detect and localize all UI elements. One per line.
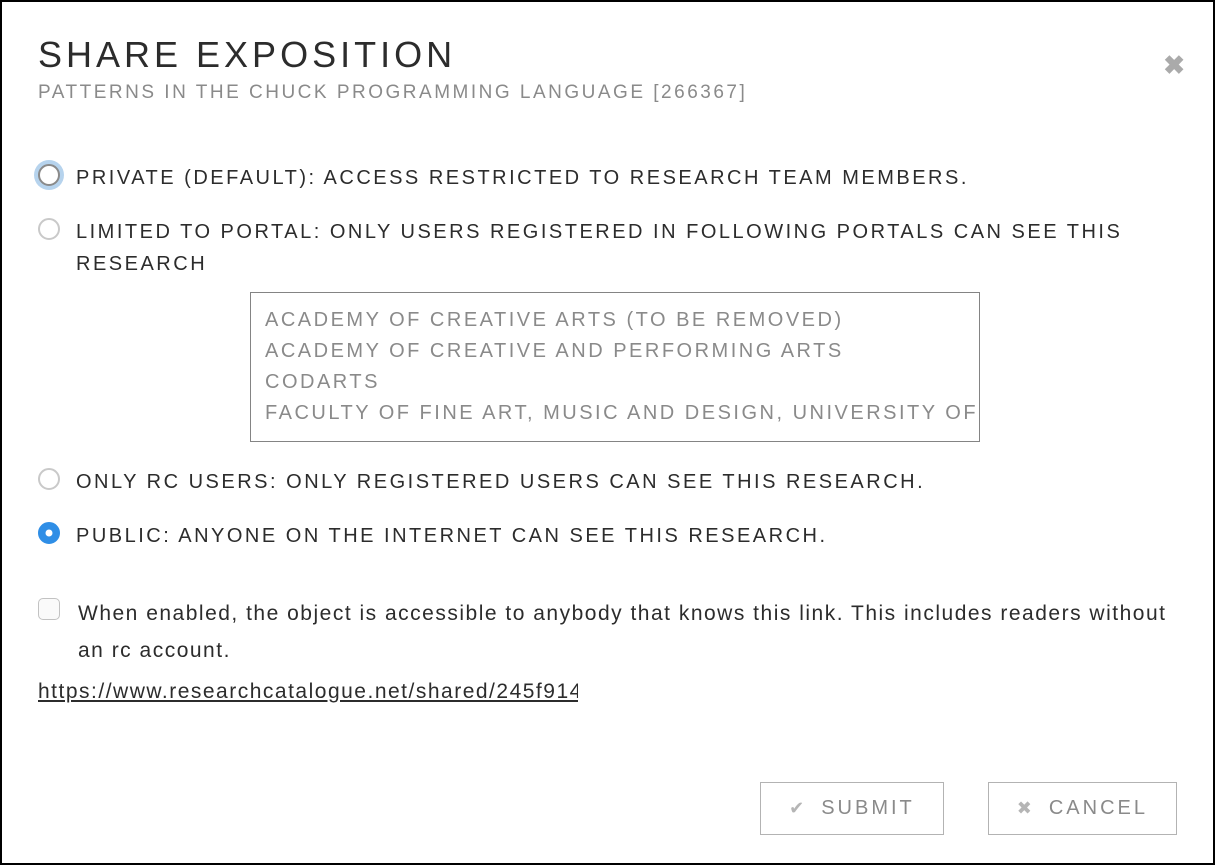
dialog-button-row: ✔ SUBMIT ✖ CANCEL <box>760 782 1177 835</box>
option-portal[interactable]: LIMITED TO PORTAL: ONLY USERS REGISTERED… <box>38 216 1177 280</box>
link-sharing-checkbox[interactable] <box>38 598 60 620</box>
radio-public[interactable] <box>38 522 60 544</box>
option-portal-label: LIMITED TO PORTAL: ONLY USERS REGISTERED… <box>76 216 1177 280</box>
radio-portal[interactable] <box>38 218 60 240</box>
submit-button[interactable]: ✔ SUBMIT <box>760 782 944 835</box>
option-private[interactable]: PRIVATE (DEFAULT): ACCESS RESTRICTED TO … <box>38 162 1177 194</box>
submit-button-label: SUBMIT <box>821 797 915 820</box>
link-sharing-label: When enabled, the object is accessible t… <box>78 596 1177 670</box>
portal-item[interactable]: FACULTY OF FINE ART, MUSIC AND DESIGN, U… <box>265 398 965 429</box>
option-public-label: PUBLIC: ANYONE ON THE INTERNET CAN SEE T… <box>76 520 828 552</box>
share-link[interactable]: https://www.researchcatalogue.net/shared… <box>38 672 578 712</box>
radio-rc-users[interactable] <box>38 468 60 490</box>
portal-list[interactable]: ACADEMY OF CREATIVE ARTS (TO BE REMOVED)… <box>250 292 980 442</box>
portal-item[interactable]: ACADEMY OF CREATIVE ARTS (TO BE REMOVED) <box>265 305 965 336</box>
share-exposition-dialog: ✖ SHARE EXPOSITION PATTERNS IN THE CHUCK… <box>0 0 1215 865</box>
close-icon[interactable]: ✖ <box>1163 50 1185 81</box>
x-icon: ✖ <box>1017 798 1035 819</box>
option-private-label: PRIVATE (DEFAULT): ACCESS RESTRICTED TO … <box>76 162 969 194</box>
dialog-subtitle: PATTERNS IN THE CHUCK PROGRAMMING LANGUA… <box>38 82 1177 104</box>
portal-item[interactable]: ACADEMY OF CREATIVE AND PERFORMING ARTS <box>265 336 965 367</box>
cancel-button[interactable]: ✖ CANCEL <box>988 782 1177 835</box>
option-rc-users-label: ONLY RC USERS: ONLY REGISTERED USERS CAN… <box>76 466 925 498</box>
option-public[interactable]: PUBLIC: ANYONE ON THE INTERNET CAN SEE T… <box>38 520 1177 552</box>
radio-private[interactable] <box>38 164 60 186</box>
link-sharing-row: When enabled, the object is accessible t… <box>38 596 1177 670</box>
check-icon: ✔ <box>789 798 807 819</box>
option-rc-users[interactable]: ONLY RC USERS: ONLY REGISTERED USERS CAN… <box>38 466 1177 498</box>
dialog-title: SHARE EXPOSITION <box>38 34 1177 76</box>
cancel-button-label: CANCEL <box>1049 797 1148 820</box>
portal-item[interactable]: CODARTS <box>265 367 965 398</box>
